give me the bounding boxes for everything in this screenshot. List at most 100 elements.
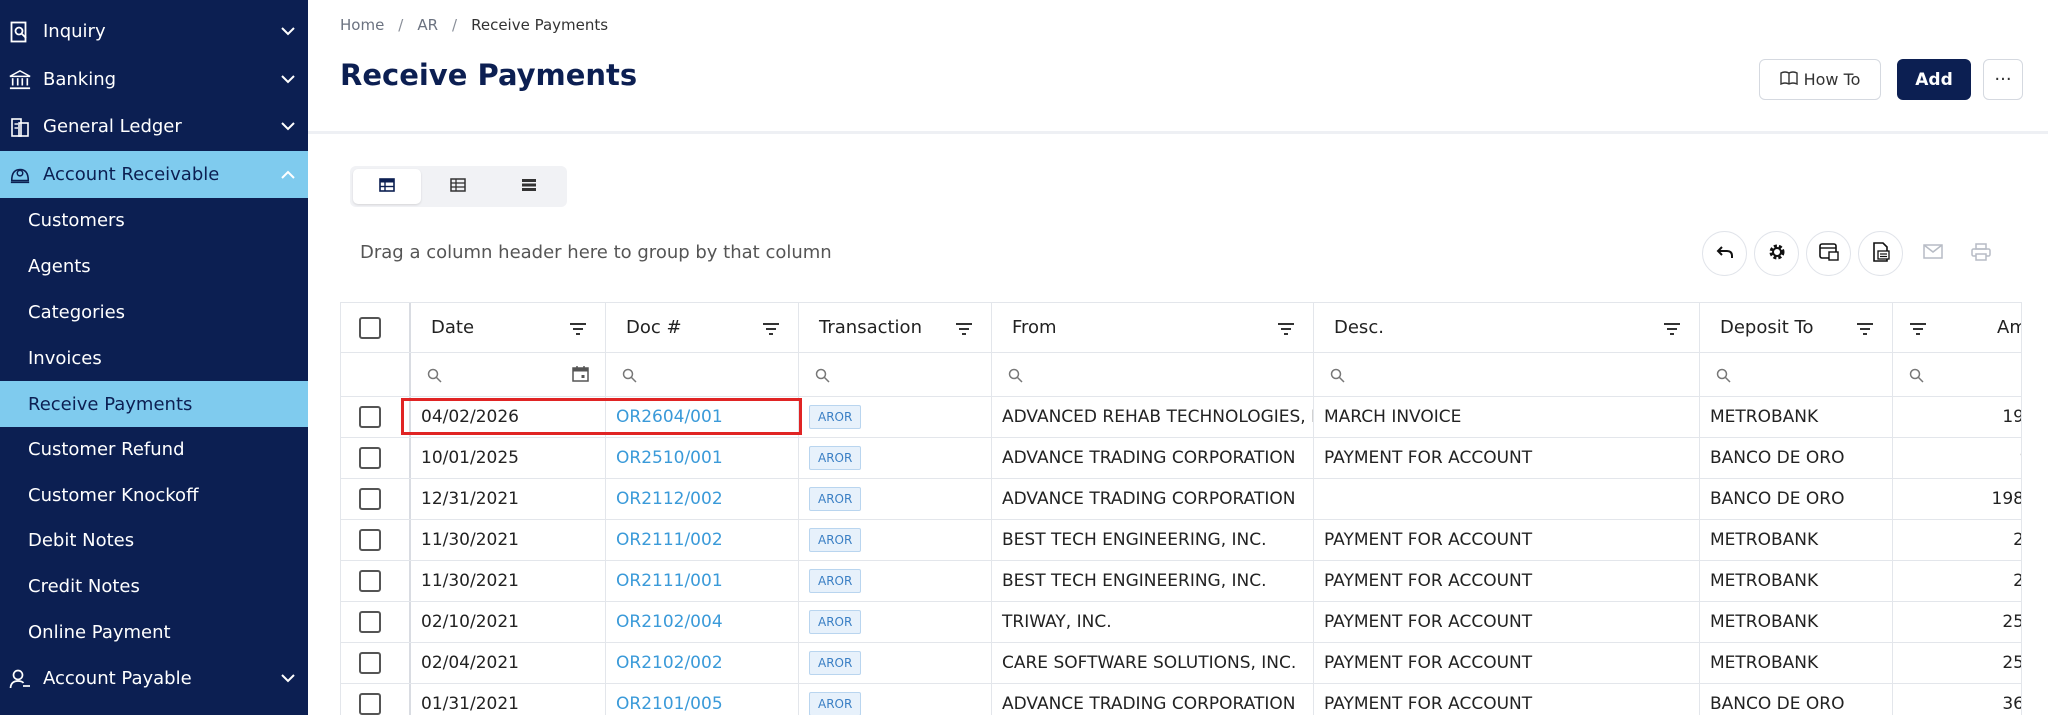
settings-button[interactable] — [1754, 231, 1799, 276]
transaction-badge: AROR — [809, 610, 862, 634]
print-button[interactable] — [1958, 231, 2003, 276]
view-list-button[interactable] — [495, 169, 563, 204]
undo-button[interactable] — [1702, 231, 1747, 276]
filter-icon[interactable] — [1663, 320, 1681, 341]
email-button[interactable] — [1910, 231, 1955, 276]
filter-doc[interactable] — [606, 353, 799, 396]
filter-icon[interactable] — [569, 320, 587, 341]
sidebar-item-debit-notes[interactable]: Debit Notes — [0, 517, 308, 563]
column-header-label: Am — [1997, 317, 2021, 338]
how-to-label: How To — [1803, 70, 1861, 89]
add-button[interactable]: Add — [1897, 59, 1971, 100]
cell-desc — [1314, 479, 1700, 519]
calendar-icon[interactable] — [572, 365, 589, 386]
row-checkbox[interactable] — [359, 529, 381, 551]
cell-from: ADVANCE TRADING CORPORATION — [992, 438, 1314, 478]
filter-icon[interactable] — [1909, 320, 1927, 341]
cell-from: TRIWAY, INC. — [992, 602, 1314, 642]
column-header-transaction[interactable]: Transaction — [799, 303, 992, 352]
filter-amount[interactable] — [1893, 353, 2021, 396]
cell-doc-link[interactable]: OR2101/005 — [606, 684, 799, 715]
cell-doc-link[interactable]: OR2604/001 — [606, 397, 799, 437]
filter-desc[interactable] — [1314, 353, 1700, 396]
column-header-date[interactable]: Date — [411, 303, 606, 352]
grid-view-icon — [379, 177, 395, 196]
row-select-cell — [341, 438, 411, 478]
filter-icon[interactable] — [1856, 320, 1874, 341]
select-all-checkbox[interactable] — [359, 316, 381, 339]
sidebar-item-customer-knockoff[interactable]: Customer Knockoff — [0, 472, 308, 518]
sidebar-item-agents[interactable]: Agents — [0, 243, 308, 289]
sidebar-item-customers[interactable]: Customers — [0, 197, 308, 243]
sidebar-group-banking[interactable]: Banking — [0, 56, 308, 103]
sidebar-item-receive-payments[interactable]: Receive Payments — [0, 381, 308, 427]
sidebar-item-online-payment[interactable]: Online Payment — [0, 609, 308, 655]
breadcrumb-home[interactable]: Home — [340, 16, 384, 34]
sidebar-item-credit-notes[interactable]: Credit Notes — [0, 563, 308, 609]
cell-deposit-to: BANCO DE ORO — [1700, 438, 1893, 478]
row-checkbox[interactable] — [359, 570, 381, 592]
sidebar-item-categories[interactable]: Categories — [0, 289, 308, 335]
filter-date[interactable] — [411, 353, 606, 396]
row-checkbox[interactable] — [359, 488, 381, 510]
sidebar-item-customer-refund[interactable]: Customer Refund — [0, 426, 308, 472]
export-button[interactable] — [1858, 231, 1903, 276]
row-checkbox[interactable] — [359, 447, 381, 469]
search-icon — [622, 368, 637, 387]
filter-transaction[interactable] — [799, 353, 992, 396]
filter-from[interactable] — [992, 353, 1314, 396]
filter-icon[interactable] — [955, 320, 973, 341]
column-header-deposit-to[interactable]: Deposit To — [1700, 303, 1893, 352]
cell-deposit-to: METROBANK — [1700, 643, 1893, 683]
cell-transaction: AROR — [799, 561, 992, 601]
cell-doc-link[interactable]: OR2112/002 — [606, 479, 799, 519]
sidebar-item-label: Receive Payments — [28, 393, 193, 415]
table-row[interactable]: 11/30/2021 OR2111/002 AROR BEST TECH ENG… — [341, 520, 2021, 561]
payable-icon — [9, 668, 31, 690]
row-checkbox[interactable] — [359, 406, 381, 428]
sidebar-group-inquiry[interactable]: Inquiry — [0, 8, 308, 55]
view-grid-button[interactable] — [353, 169, 421, 204]
table-row[interactable]: 02/04/2021 OR2102/002 AROR CARE SOFTWARE… — [341, 643, 2021, 684]
view-table-button[interactable] — [424, 169, 492, 204]
cell-doc-link[interactable]: OR2102/002 — [606, 643, 799, 683]
cell-doc-link[interactable]: OR2102/004 — [606, 602, 799, 642]
cell-amount: 9, — [1893, 438, 2021, 478]
chevron-down-icon — [280, 671, 296, 687]
breadcrumb-ar[interactable]: AR — [417, 16, 438, 34]
filter-icon[interactable] — [762, 320, 780, 341]
cell-desc: PAYMENT FOR ACCOUNT — [1314, 643, 1700, 683]
column-header-doc[interactable]: Doc # — [606, 303, 799, 352]
sidebar-group-account-payable[interactable]: Account Payable — [0, 655, 308, 702]
table-row[interactable]: 10/01/2025 OR2510/001 AROR ADVANCE TRADI… — [341, 438, 2021, 479]
cell-transaction: AROR — [799, 602, 992, 642]
sidebar-group-account-receivable[interactable]: Account Receivable — [0, 151, 308, 198]
breadcrumb: Home / AR / Receive Payments — [340, 16, 608, 34]
more-options-button[interactable]: ··· — [1983, 59, 2023, 100]
column-header-label: Desc. — [1334, 317, 1384, 338]
column-header-amount[interactable]: Am — [1893, 303, 2021, 352]
column-header-label: Transaction — [819, 317, 922, 338]
sidebar-group-general-ledger[interactable]: General Ledger — [0, 103, 308, 150]
cell-date: 02/10/2021 — [411, 602, 606, 642]
column-chooser-button[interactable] — [1806, 231, 1851, 276]
filter-icon[interactable] — [1277, 320, 1295, 341]
row-checkbox[interactable] — [359, 693, 381, 715]
table-row[interactable]: 02/10/2021 OR2102/004 AROR TRIWAY, INC. … — [341, 602, 2021, 643]
cell-doc-link[interactable]: OR2111/002 — [606, 520, 799, 560]
cell-doc-link[interactable]: OR2510/001 — [606, 438, 799, 478]
column-header-desc[interactable]: Desc. — [1314, 303, 1700, 352]
table-row[interactable]: 01/31/2021 OR2101/005 AROR ADVANCE TRADI… — [341, 684, 2021, 715]
column-header-from[interactable]: From — [992, 303, 1314, 352]
table-row[interactable]: 12/31/2021 OR2112/002 AROR ADVANCE TRADI… — [341, 479, 2021, 520]
table-row[interactable]: 11/30/2021 OR2111/001 AROR BEST TECH ENG… — [341, 561, 2021, 602]
filter-deposit-to[interactable] — [1700, 353, 1893, 396]
cell-amount: 36,( — [1893, 684, 2021, 715]
how-to-button[interactable]: How To — [1759, 59, 1881, 100]
row-checkbox[interactable] — [359, 652, 381, 674]
sidebar-item-invoices[interactable]: Invoices — [0, 335, 308, 381]
row-checkbox[interactable] — [359, 611, 381, 633]
table-row[interactable]: 04/02/2026 OR2604/001 AROR ADVANCED REHA… — [341, 397, 2021, 438]
cell-doc-link[interactable]: OR2111/001 — [606, 561, 799, 601]
cell-from: ADVANCED REHAB TECHNOLOGIES, I... — [992, 397, 1314, 437]
